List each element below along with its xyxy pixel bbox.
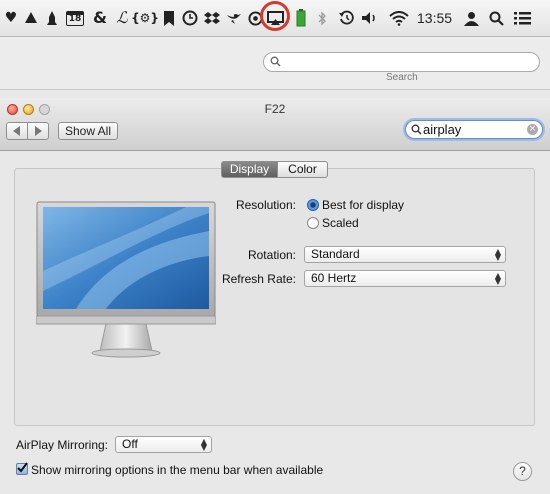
- dropbox-icon[interactable]: [203, 9, 221, 27]
- display-illustration: [35, 201, 217, 359]
- rotation-value: Standard: [311, 247, 360, 261]
- window-title: F22: [264, 102, 286, 116]
- back-arrow-icon: [13, 126, 20, 136]
- ampersand-icon[interactable]: &: [91, 9, 109, 27]
- radio-scaled-label[interactable]: Scaled: [322, 216, 359, 230]
- popup-arrows-icon: ▲ ▼: [494, 271, 501, 286]
- airplay-mirroring-label: AirPlay Mirroring:: [16, 438, 109, 452]
- gear-bracket-icon[interactable]: {⚙}: [131, 9, 159, 27]
- calendar-day: 18: [66, 10, 84, 26]
- search-input[interactable]: airplay ×: [405, 120, 543, 139]
- airplay-mirroring-popup[interactable]: Off ▲ ▼: [115, 436, 212, 453]
- forward-button[interactable]: [27, 122, 49, 140]
- background-search-field[interactable]: [263, 52, 540, 72]
- window-toolbar: F22 Show All airplay ×: [0, 98, 550, 151]
- spotlight-icon[interactable]: [487, 9, 505, 27]
- calendar-icon[interactable]: 18: [65, 9, 85, 27]
- background-window: Search: [0, 37, 550, 90]
- tab-display[interactable]: Display: [221, 161, 278, 178]
- history-icon[interactable]: [338, 9, 356, 27]
- background-search-label: Search: [386, 72, 418, 83]
- wifi-icon[interactable]: [389, 9, 409, 27]
- rotation-popup[interactable]: Standard ▲ ▼: [304, 246, 506, 263]
- popup-arrows-icon: ▲ ▼: [200, 437, 207, 452]
- airplay-highlight-circle: [260, 1, 290, 31]
- bookmark-icon[interactable]: [160, 9, 178, 27]
- forward-arrow-icon: [35, 126, 42, 136]
- script-icon[interactable]: ℒ: [113, 9, 131, 27]
- show-all-button[interactable]: Show All: [58, 122, 118, 140]
- user-icon[interactable]: [462, 9, 480, 27]
- help-button[interactable]: ?: [513, 462, 532, 481]
- radio-best-for-display[interactable]: [307, 199, 319, 211]
- rotation-label: Rotation:: [247, 248, 296, 262]
- time-machine-icon[interactable]: [181, 9, 199, 27]
- radio-best-for-display-label[interactable]: Best for display: [322, 198, 404, 212]
- radio-scaled[interactable]: [307, 217, 319, 229]
- menu-bar: ♥ 18 & ℒ {⚙} 13:55: [0, 0, 550, 37]
- airplay-mirroring-value: Off: [122, 437, 138, 451]
- refresh-rate-label: Refresh Rate:: [221, 272, 296, 286]
- heart-icon[interactable]: ♥: [2, 9, 20, 27]
- tab-color[interactable]: Color: [277, 161, 328, 178]
- checkmark-icon: [17, 462, 28, 473]
- menubar-clock[interactable]: 13:55: [417, 10, 452, 26]
- search-input-value: airplay: [423, 122, 462, 137]
- show-mirroring-label[interactable]: Show mirroring options in the menu bar w…: [31, 463, 323, 477]
- refresh-rate-popup[interactable]: 60 Hertz ▲ ▼: [304, 270, 506, 287]
- popup-arrows-icon: ▲ ▼: [494, 247, 501, 262]
- bluetooth-icon[interactable]: [313, 9, 331, 27]
- show-mirroring-checkbox[interactable]: [16, 462, 28, 475]
- battery-icon[interactable]: [292, 9, 310, 27]
- rocket-icon[interactable]: [43, 9, 61, 27]
- search-icon: [270, 56, 281, 67]
- resolution-label: Resolution:: [235, 198, 296, 212]
- refresh-rate-value: 60 Hertz: [311, 271, 357, 285]
- list-icon[interactable]: [513, 9, 531, 27]
- back-button[interactable]: [6, 122, 28, 140]
- search-icon: [411, 124, 422, 135]
- volume-icon[interactable]: [361, 9, 379, 27]
- recycle-icon[interactable]: [22, 9, 40, 27]
- bird-icon[interactable]: [225, 9, 243, 27]
- clear-search-icon[interactable]: ×: [527, 124, 538, 135]
